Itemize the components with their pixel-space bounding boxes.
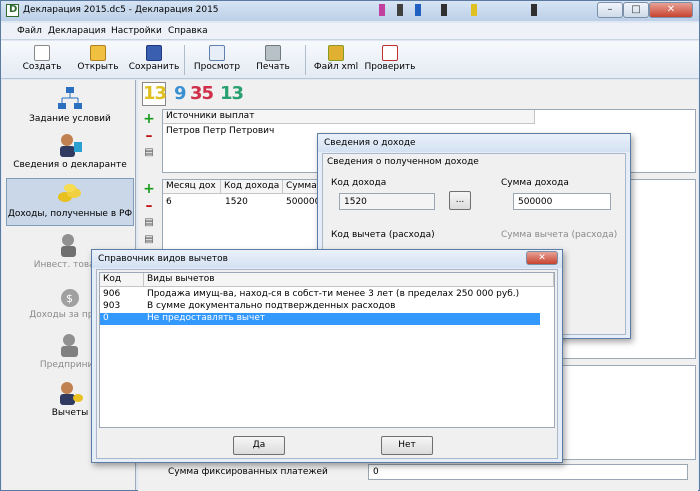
- money-bag-icon: $: [56, 282, 84, 308]
- deduction-type: Продажа имущ-ва, наход-ся в собст-ти мен…: [147, 289, 520, 299]
- no-button[interactable]: Нет: [381, 436, 433, 455]
- investor-icon: [56, 232, 84, 258]
- window-title: Декларация 2015.dc5 - Декларация 2015: [23, 5, 219, 15]
- close-button[interactable]: ✕: [649, 2, 693, 18]
- floppy-disk-icon: [146, 45, 162, 61]
- preview-icon: [209, 45, 225, 61]
- menu-file[interactable]: Файл: [17, 26, 42, 36]
- title-bar: Декларация 2015.dc5 - Декларация 2015 – …: [1, 1, 699, 21]
- toolbar-separator: [184, 45, 185, 75]
- income-code-browse-button[interactable]: ...: [449, 191, 471, 210]
- taskbar-thumb-icon: [379, 4, 385, 16]
- deduction-code: 0: [103, 313, 109, 323]
- coins-icon: [56, 181, 84, 207]
- add-icon[interactable]: +: [142, 112, 156, 127]
- new-document-icon: [34, 45, 50, 61]
- yes-button[interactable]: Да: [233, 436, 285, 455]
- income-month[interactable]: 6: [166, 197, 172, 207]
- deduction-type: В сумме документально подтвержденных рас…: [147, 301, 396, 311]
- preview-button[interactable]: Просмотр: [191, 43, 243, 77]
- income-code[interactable]: 1520: [225, 197, 248, 207]
- income-code-label: Код дохода: [331, 178, 387, 188]
- app-icon: [6, 4, 19, 17]
- remove-icon[interactable]: –: [142, 129, 156, 144]
- entrepreneur-icon: [56, 332, 84, 358]
- print-button[interactable]: Печать: [253, 43, 293, 77]
- deduction-code-label: Код вычета (расхода): [331, 230, 435, 240]
- deduction-code: 906: [103, 289, 121, 299]
- menu-declaration[interactable]: Декларация: [48, 26, 106, 36]
- deductions-close-button[interactable]: ✕: [526, 251, 558, 265]
- fixed-payments-field[interactable]: 0: [368, 464, 688, 480]
- income-dialog-title: Сведения о доходе: [318, 134, 630, 152]
- col-income-code: Код дохода: [221, 180, 283, 194]
- menu-bar: Файл Декларация Настройки Справка: [1, 23, 699, 40]
- xml-file-button[interactable]: Файл xml: [313, 43, 359, 77]
- income-group-label: Сведения о полученном доходе: [327, 157, 479, 167]
- create-button[interactable]: Создать: [19, 43, 65, 77]
- sources-actions: + – ▤: [142, 110, 160, 164]
- copy-icon[interactable]: ▤: [142, 234, 156, 248]
- bottom-bar: Сумма фиксированных платежей 0: [138, 461, 698, 491]
- income-sum-field[interactable]: 500000: [513, 193, 611, 210]
- income-actions: + – ▤ ▤: [142, 180, 160, 251]
- sidebar-item-income-rf[interactable]: Доходы, полученные в РФ: [6, 178, 134, 226]
- deductions-icon: [56, 380, 84, 406]
- printer-icon: [265, 45, 281, 61]
- taskbar-thumb-icon: [471, 4, 477, 16]
- check-button[interactable]: Проверить: [363, 43, 417, 77]
- sidebar-item-conditions[interactable]: Задание условий: [6, 84, 134, 132]
- deduction-code: 903: [103, 301, 121, 311]
- minimize-button[interactable]: –: [597, 2, 623, 18]
- taskbar-thumb-icon: [531, 4, 537, 16]
- deductions-dialog: Справочник видов вычетов ✕ Код Виды выче…: [91, 249, 563, 463]
- taskbar-thumb-icon: [397, 4, 403, 16]
- deduction-row-906[interactable]: 906 Продажа имущ-ва, наход-ся в собст-ти…: [100, 289, 540, 301]
- toolbar: Создать Открыть Сохранить Просмотр Печат…: [1, 41, 699, 79]
- income-sum-label: Сумма дохода: [501, 178, 569, 188]
- svg-text:$: $: [66, 292, 73, 305]
- deductions-dialog-title: Справочник видов вычетов: [92, 250, 562, 268]
- deduction-sum-label: Сумма вычета (расхода): [501, 230, 618, 240]
- maximize-button[interactable]: □: [623, 2, 649, 18]
- main-window: Декларация 2015.dc5 - Декларация 2015 – …: [0, 0, 700, 491]
- edit-icon[interactable]: ▤: [142, 147, 156, 161]
- col-month: Месяц дох: [163, 180, 221, 194]
- deductions-list: Код Виды вычетов 906 Продажа имущ-ва, на…: [99, 272, 555, 428]
- income-code-field[interactable]: 1520: [339, 193, 435, 210]
- deductions-dialog-body: Код Виды вычетов 906 Продажа имущ-ва, на…: [96, 269, 558, 459]
- tab-13-alt[interactable]: 13: [220, 83, 244, 104]
- menu-settings[interactable]: Настройки: [111, 26, 162, 36]
- check-document-icon: [382, 45, 398, 61]
- tab-35[interactable]: 35: [190, 83, 214, 104]
- deduction-row-903[interactable]: 903 В сумме документально подтвержденных…: [100, 301, 540, 313]
- toolbar-separator: [305, 45, 306, 75]
- taskbar-thumb-icon: [441, 4, 447, 16]
- deduction-row-0-selected[interactable]: 0 Не предоставлять вычет: [100, 313, 540, 325]
- income-sum[interactable]: 500000: [286, 197, 320, 207]
- menu-help[interactable]: Справка: [168, 26, 208, 36]
- deduction-type: Не предоставлять вычет: [147, 313, 266, 323]
- xml-folder-icon: [328, 45, 344, 61]
- remove-icon[interactable]: –: [142, 199, 156, 214]
- org-chart-icon: [56, 86, 84, 112]
- fixed-payments-label: Сумма фиксированных платежей: [168, 467, 328, 477]
- sidebar-item-declarant[interactable]: Сведения о декларанте: [6, 130, 134, 178]
- tab-9[interactable]: 9: [174, 83, 186, 104]
- col-code: Код: [100, 273, 144, 287]
- open-folder-icon: [90, 45, 106, 61]
- col-type: Виды вычетов: [144, 273, 554, 287]
- edit-icon[interactable]: ▤: [142, 217, 156, 231]
- add-icon[interactable]: +: [142, 182, 156, 197]
- open-button[interactable]: Открыть: [75, 43, 121, 77]
- sources-row[interactable]: Петров Петр Петрович: [166, 126, 274, 136]
- taskbar-thumb-icon: [415, 4, 421, 16]
- person-icon: [56, 132, 84, 158]
- sources-header: Источники выплат: [163, 110, 535, 124]
- save-button[interactable]: Сохранить: [127, 43, 181, 77]
- tab-13[interactable]: 13: [142, 82, 167, 106]
